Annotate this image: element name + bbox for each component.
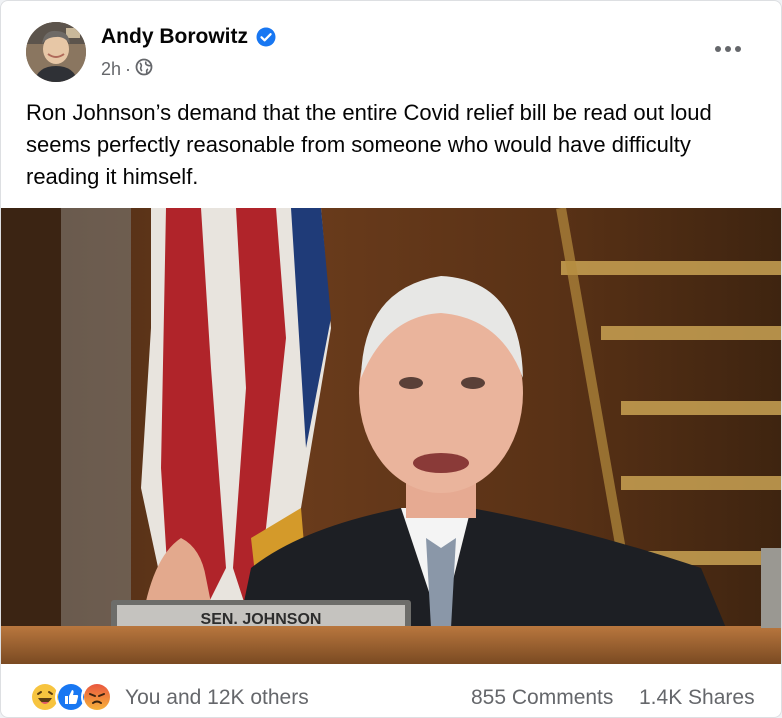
post-timestamp[interactable]: 2h [101, 59, 121, 80]
reaction-icons[interactable] [29, 681, 113, 713]
more-options-icon[interactable] [706, 31, 750, 67]
post-header: Andy Borowitz 2h · [1, 1, 781, 91]
post-card: Andy Borowitz 2h · Ron Johnson’s demand [0, 0, 782, 718]
globe-icon [135, 58, 153, 81]
nameplate-text: SEN. JOHNSON [201, 611, 322, 628]
post-image[interactable]: SEN. JOHNSON [1, 207, 781, 665]
author-name[interactable]: Andy Borowitz [101, 25, 248, 49]
post-meta: 2h · [101, 58, 153, 81]
comments-count-link[interactable]: 855 Comments [471, 686, 613, 710]
verified-badge-icon [256, 27, 276, 47]
author-line: Andy Borowitz [101, 25, 276, 49]
reactions-label[interactable]: You and 12K others [125, 686, 309, 710]
meta-separator: · [125, 59, 132, 79]
post-footer: You and 12K others 855 Comments 1.4K Sha… [1, 673, 781, 717]
post-text: Ron Johnson’s demand that the entire Cov… [26, 100, 712, 189]
angry-icon [81, 681, 113, 713]
author-avatar[interactable] [26, 22, 86, 82]
shares-count-link[interactable]: 1.4K Shares [639, 686, 755, 710]
